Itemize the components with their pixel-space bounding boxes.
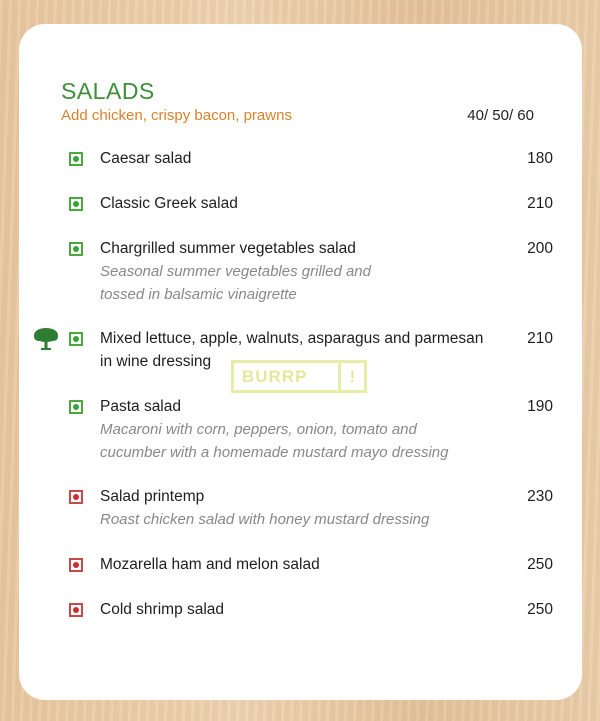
item-name-line: Mixed lettuce, apple, walnuts, asparagus…	[100, 330, 484, 347]
non-veg-icon	[69, 490, 83, 504]
item-name: Cold shrimp salad	[100, 601, 225, 618]
item-price: 190	[527, 398, 553, 415]
item-name: Caesar salad	[100, 150, 192, 167]
item-price: 250	[527, 556, 553, 573]
watermark-text: BURRP	[242, 366, 308, 386]
item-name: Mozarella ham and melon salad	[100, 556, 320, 573]
item-name: Chargrilled summer vegetables salad	[100, 240, 356, 257]
item-price: 250	[527, 601, 553, 618]
non-veg-icon	[69, 558, 83, 572]
veg-icon	[69, 400, 83, 414]
section-title: SALADS	[61, 78, 155, 104]
watermark-mark: !	[349, 366, 356, 386]
item-price: 230	[527, 488, 553, 505]
item-name-block: Pasta salad Macaroni with corn, peppers,…	[100, 395, 480, 464]
item-price: 180	[527, 150, 553, 167]
item-price: 210	[527, 195, 553, 212]
veg-icon	[69, 197, 83, 211]
veg-icon	[69, 152, 83, 166]
veg-icon	[69, 242, 83, 256]
tree-icon	[34, 328, 58, 350]
item-description-line: Seasonal summer vegetables grilled and	[100, 263, 371, 280]
addon-prices: 40/ 50/ 60	[467, 107, 534, 124]
menu-card: SALADS Add chicken, crispy bacon, prawns…	[19, 24, 582, 700]
veg-icon	[69, 332, 83, 346]
non-veg-icon	[69, 603, 83, 617]
burrp-watermark: BURRP !	[231, 360, 367, 393]
item-description-line: tossed in balsamic vinaigrette	[100, 286, 297, 303]
item-description-line: cucumber with a homemade mustard mayo dr…	[100, 444, 449, 461]
item-name: Salad printemp	[100, 488, 205, 505]
item-name-block: Salad printemp Roast chicken salad with …	[100, 485, 480, 531]
item-name: Classic Greek salad	[100, 195, 238, 212]
section-subtitle: Add chicken, crispy bacon, prawns	[61, 107, 292, 124]
item-price: 210	[527, 330, 553, 347]
item-description-line: Roast chicken salad with honey mustard d…	[100, 511, 430, 528]
item-price: 200	[527, 240, 553, 257]
item-description-line: Macaroni with corn, peppers, onion, toma…	[100, 421, 417, 438]
item-name-block: Chargrilled summer vegetables salad Seas…	[100, 237, 480, 306]
item-name: Pasta salad	[100, 398, 181, 415]
